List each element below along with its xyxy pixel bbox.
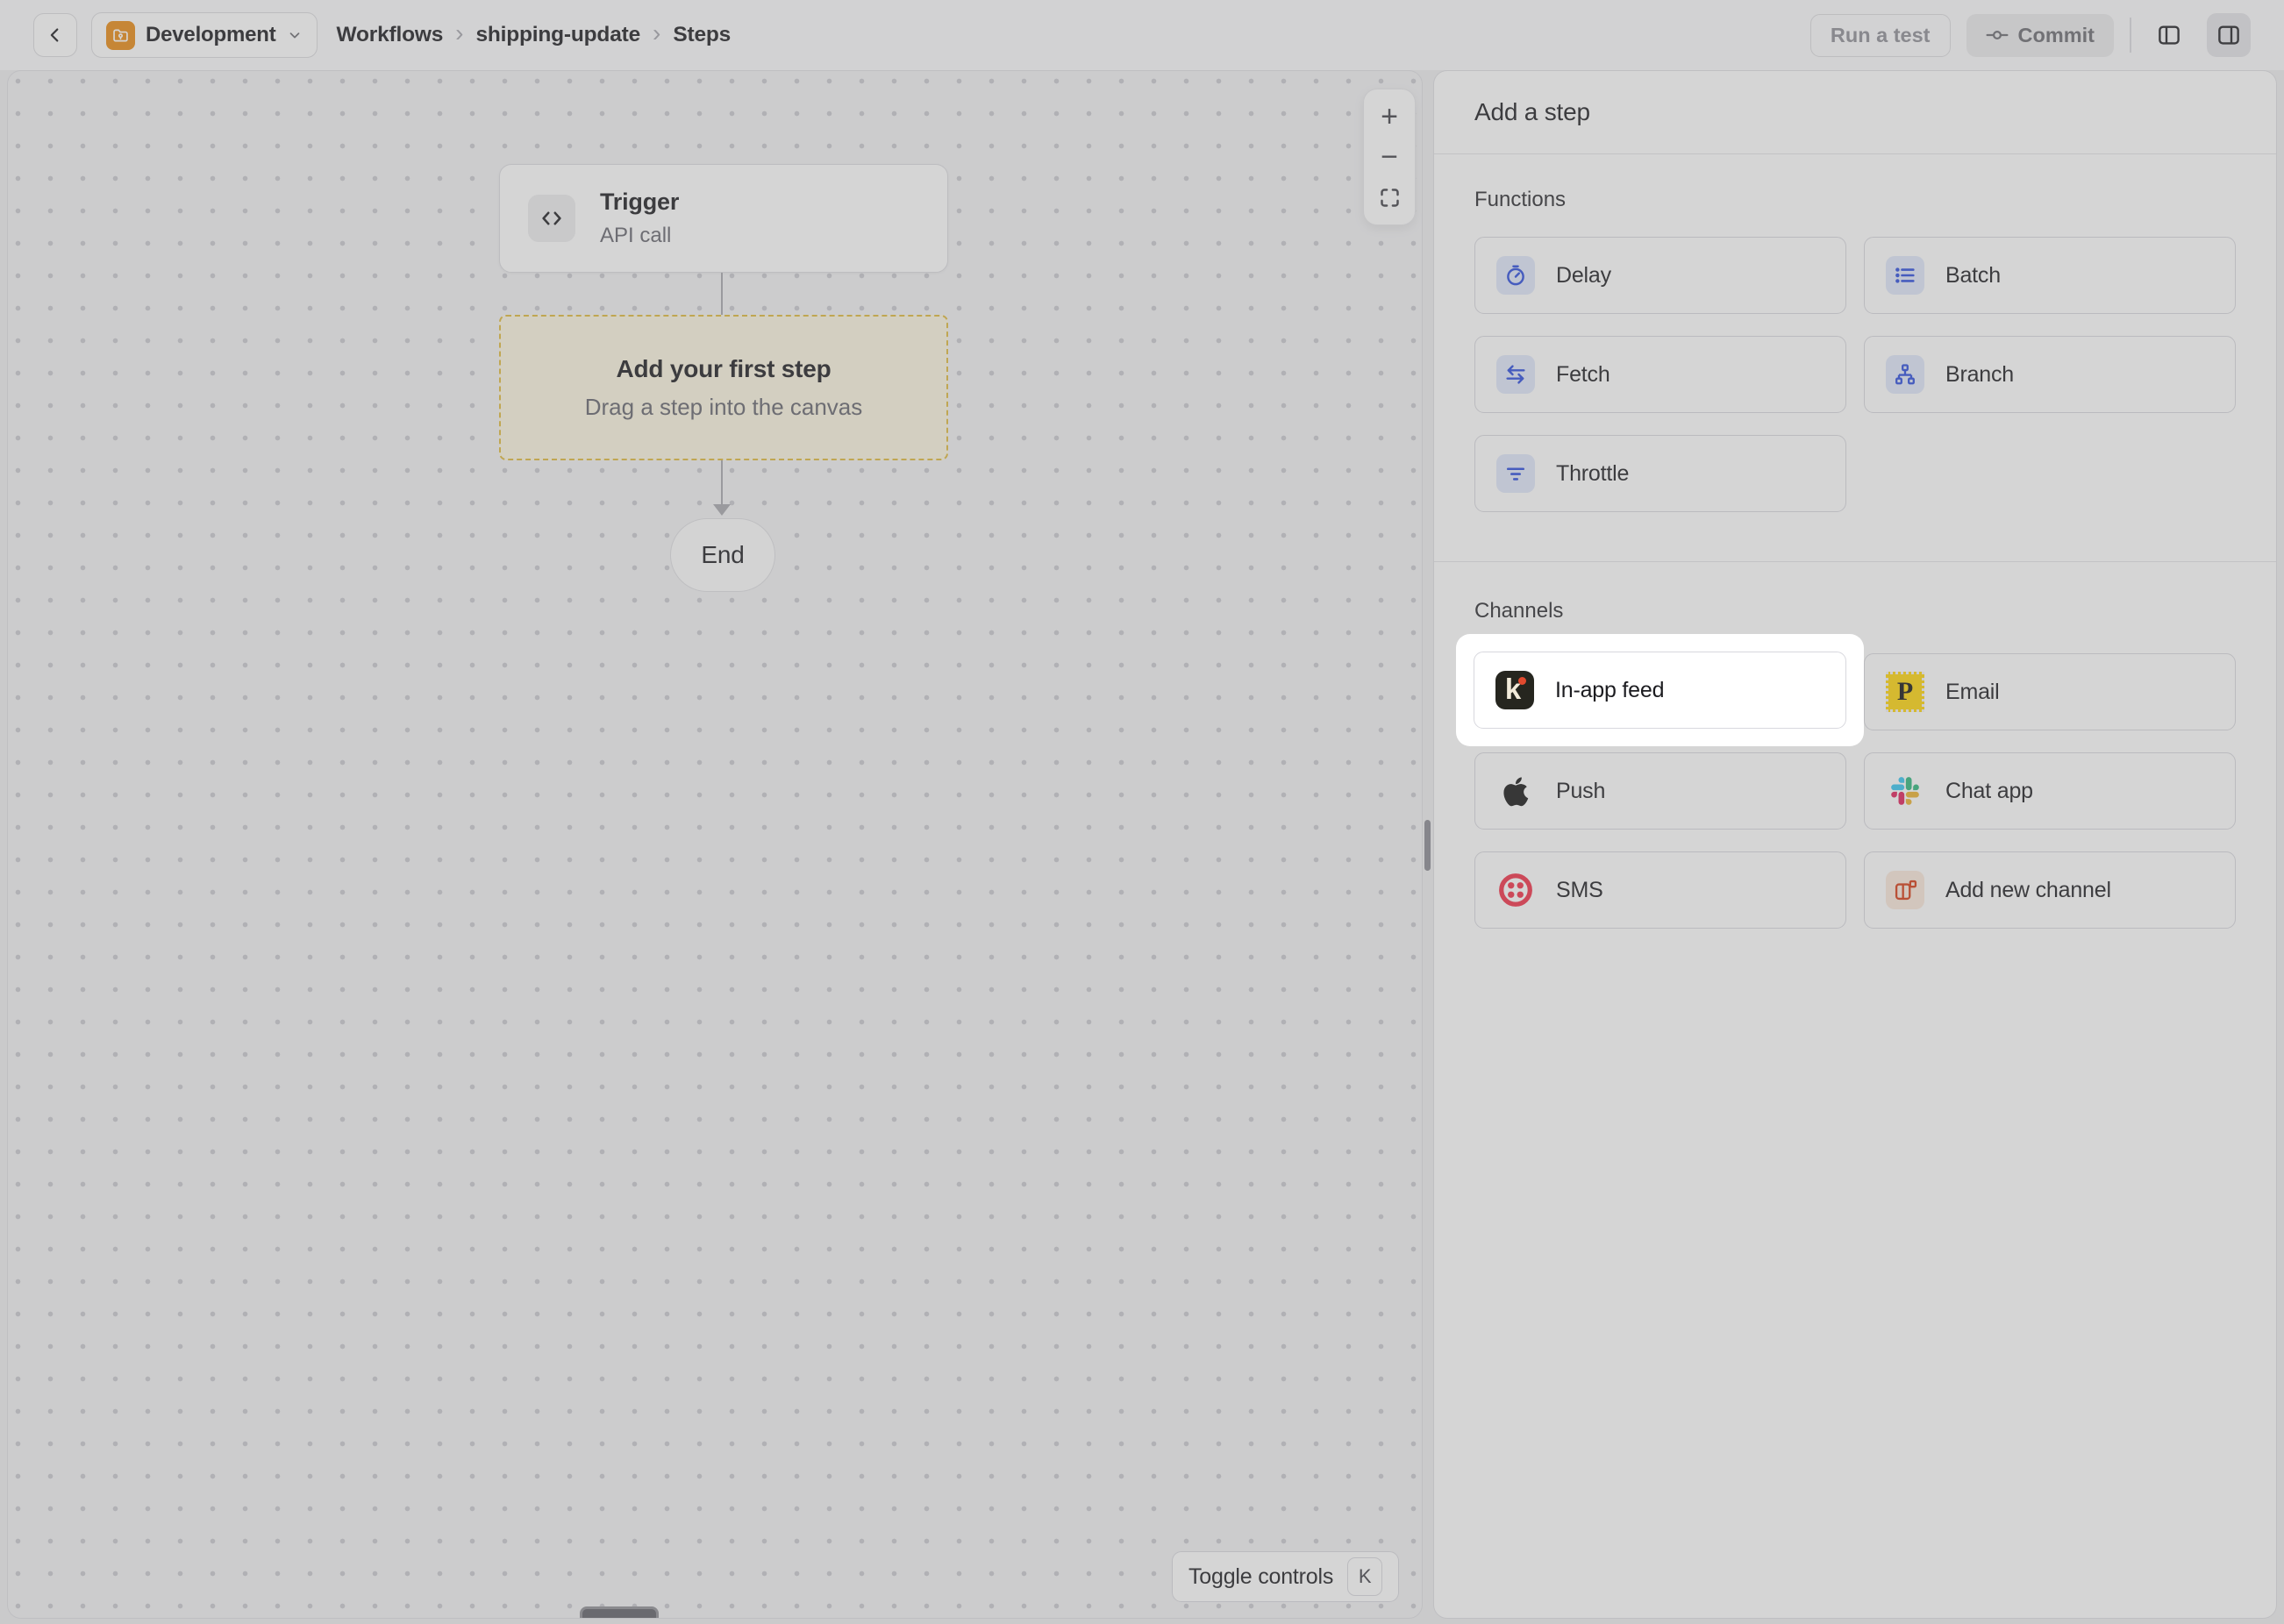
stopwatch-icon	[1496, 256, 1535, 295]
dropzone-title: Add your first step	[616, 355, 831, 383]
apple-logo	[1496, 772, 1535, 810]
step-card-email[interactable]: P Email	[1864, 653, 2236, 730]
step-card-label: Batch	[1945, 263, 2001, 288]
step-card-chat-app[interactable]: Chat app	[1864, 752, 2236, 830]
trigger-node-subtitle: API call	[600, 224, 679, 248]
trigger-node[interactable]: Trigger API call	[499, 164, 948, 273]
toggle-left-panel-button[interactable]	[2147, 13, 2191, 57]
step-card-label: Branch	[1945, 362, 2014, 388]
step-card-branch[interactable]: Branch	[1864, 336, 2236, 413]
canvas-zoom-controls: + −	[1363, 89, 1416, 225]
step-card-label: Chat app	[1945, 779, 2033, 804]
step-card-batch[interactable]: Batch	[1864, 237, 2236, 314]
step-card-label: In-app feed	[1555, 678, 1664, 703]
breadcrumb: Workflows › shipping-update › Steps	[337, 23, 732, 47]
tree-branch-icon	[1886, 355, 1924, 394]
workflow-canvas[interactable]: Trigger API call Add your first step Dra…	[7, 70, 1423, 1619]
step-card-label: SMS	[1556, 878, 1603, 903]
environment-label: Development	[146, 23, 276, 47]
fit-view-button[interactable]	[1369, 178, 1410, 217]
postmark-logo: P	[1886, 673, 1924, 711]
breadcrumb-separator: ›	[653, 21, 660, 46]
step-card-sms[interactable]: SMS	[1474, 851, 1846, 929]
functions-grid: Delay Batch Fetch Branch	[1474, 237, 2236, 512]
edge-arrowhead	[713, 504, 731, 516]
slack-logo	[1886, 772, 1924, 810]
sidebar-title: Add a step	[1474, 98, 1590, 126]
step-card-fetch[interactable]: Fetch	[1474, 336, 1846, 413]
breadcrumb-separator: ›	[455, 21, 463, 46]
toggle-controls-button[interactable]: Toggle controls K	[1172, 1551, 1399, 1602]
topbar: Development Workflows › shipping-update …	[0, 0, 2284, 70]
panel-right-icon	[2216, 22, 2242, 48]
step-card-label: Push	[1556, 779, 1605, 804]
edge-dropzone-to-end	[721, 460, 723, 506]
step-card-label: Throttle	[1556, 461, 1629, 487]
dropzone-subtitle: Drag a step into the canvas	[585, 394, 863, 421]
zoom-in-button[interactable]: +	[1369, 97, 1410, 136]
add-step-sidebar: Add a step Functions Delay Batch Fe	[1433, 70, 2277, 1619]
channels-section-label: Channels	[1474, 599, 2236, 625]
first-step-dropzone[interactable]: Add your first step Drag a step into the…	[499, 315, 948, 460]
topbar-divider	[2130, 18, 2131, 53]
environment-folder-icon	[106, 21, 135, 50]
code-brackets-icon	[528, 195, 575, 242]
step-card-delay[interactable]: Delay	[1474, 237, 1846, 314]
run-a-test-button[interactable]: Run a test	[1810, 14, 1951, 57]
keyboard-shortcut-badge: K	[1347, 1557, 1382, 1596]
chevron-left-icon	[46, 25, 65, 45]
commit-label: Commit	[2018, 24, 2095, 47]
zoom-out-button[interactable]: −	[1369, 138, 1410, 176]
topbar-left: Development Workflows › shipping-update …	[33, 12, 731, 58]
back-button[interactable]	[33, 13, 77, 57]
step-card-in-app-feed-highlighted[interactable]: k In-app feed	[1474, 652, 1846, 729]
end-node: End	[670, 518, 775, 592]
grid-empty-cell	[1864, 435, 2236, 512]
add-blocks-icon	[1886, 871, 1924, 909]
toggle-right-panel-button[interactable]	[2207, 13, 2251, 57]
chevron-down-icon	[287, 27, 303, 43]
step-card-label: Add new channel	[1945, 878, 2111, 903]
twilio-logo	[1496, 871, 1535, 909]
vertical-scrollbar-thumb[interactable]	[1424, 820, 1431, 871]
toggle-controls-label: Toggle controls	[1188, 1564, 1333, 1590]
step-card-throttle[interactable]: Throttle	[1474, 435, 1846, 512]
knock-logo: k	[1495, 671, 1534, 709]
step-card-label: Fetch	[1556, 362, 1610, 388]
step-card-label: Delay	[1556, 263, 1611, 288]
funnel-lines-icon	[1496, 454, 1535, 493]
edge-trigger-to-dropzone	[721, 273, 723, 315]
trigger-node-text: Trigger API call	[600, 189, 679, 248]
list-icon	[1886, 256, 1924, 295]
panel-left-icon	[2156, 22, 2182, 48]
step-card-label: Email	[1945, 680, 2000, 705]
commit-icon	[1986, 24, 2009, 46]
knock-logo-dot	[1518, 677, 1526, 685]
commit-button[interactable]: Commit	[1966, 14, 2114, 57]
step-card-add-new-channel[interactable]: Add new channel	[1864, 851, 2236, 929]
step-card-push[interactable]: Push	[1474, 752, 1846, 830]
trigger-node-title: Trigger	[600, 189, 679, 216]
swap-arrows-icon	[1496, 355, 1535, 394]
functions-section: Functions Delay Batch Fetch	[1434, 154, 2276, 561]
environment-switcher[interactable]: Development	[91, 12, 318, 58]
topbar-right: Run a test Commit	[1810, 13, 2251, 57]
tour-spotlight: k In-app feed	[1456, 634, 1864, 746]
functions-section-label: Functions	[1474, 188, 2236, 214]
breadcrumb-workflows[interactable]: Workflows	[337, 23, 444, 47]
fit-view-icon	[1378, 186, 1402, 210]
breadcrumb-workflow-name[interactable]: shipping-update	[475, 23, 640, 47]
sidebar-header: Add a step	[1434, 71, 2276, 154]
horizontal-scrollbar-thumb[interactable]	[580, 1606, 659, 1619]
breadcrumb-steps[interactable]: Steps	[673, 23, 731, 47]
